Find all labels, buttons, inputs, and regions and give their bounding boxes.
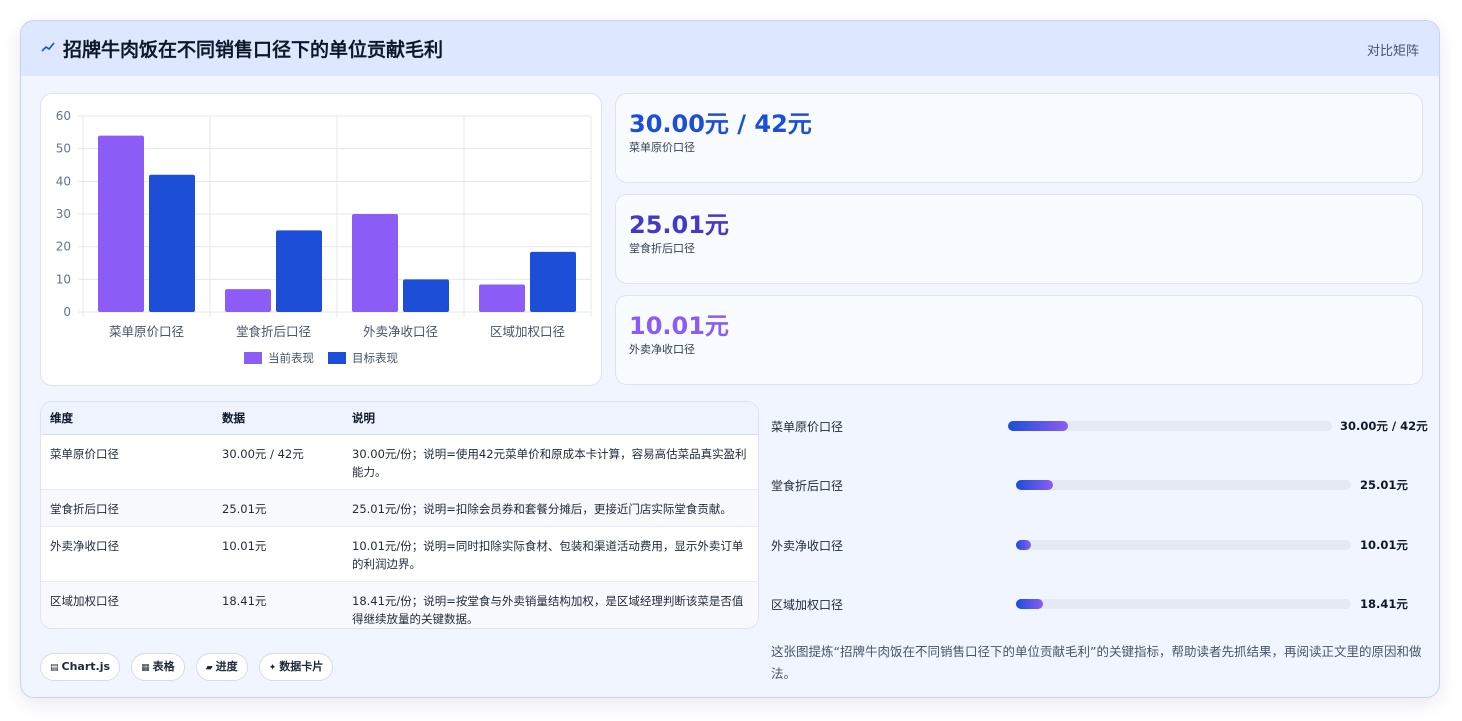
progress-fill <box>1016 540 1032 550</box>
progress-label: 区域加权口径 <box>771 598 844 612</box>
table-cell: 堂食折后口径 <box>41 489 213 527</box>
progress-track <box>1008 421 1332 431</box>
y-tick-label: 20 <box>56 240 71 254</box>
stat-label: 外卖净收口径 <box>629 343 695 356</box>
data-table-card: 维度 数据 说明 菜单原价口径 30.00元 / 42元 30.00元/份；说明… <box>40 401 759 629</box>
compare-matrix-link[interactable]: 对比矩阵 <box>1367 40 1419 59</box>
summary-text: 这张图提炼“招牌牛肉饭在不同销售口径下的单位贡献毛利”的关键指标，帮助读者先抓结… <box>771 644 1422 681</box>
y-tick-label: 30 <box>56 207 71 221</box>
badge-chartjs[interactable]: ▤ Chart.js <box>40 653 121 681</box>
progress-value: 30.00元 / 42元 <box>1340 419 1428 433</box>
progress-value: 25.01元 <box>1360 478 1408 492</box>
legend-label: 目标表现 <box>352 351 398 365</box>
progress-row-menu-price: 菜单原价口径 30.00元 / 42元 <box>771 416 1431 436</box>
table-cell: 30.00元 / 42元 <box>213 434 343 490</box>
trend-icon <box>41 42 55 52</box>
progress-track <box>1016 540 1351 550</box>
table-row: 区域加权口径 18.41元 18.41元/份；说明=按堂食与外卖销量结构加权，是… <box>41 581 758 628</box>
progress-row-dine-in: 堂食折后口径 25.01元 <box>771 475 1431 495</box>
bar <box>479 284 525 312</box>
table-header-row: 维度 数据 说明 <box>41 402 758 435</box>
table-cell: 18.41元/份；说明=按堂食与外卖销量结构加权，是区域经理判断该菜是否值得继续… <box>343 581 758 628</box>
column-header-dimension: 维度 <box>41 402 213 435</box>
y-tick-label: 40 <box>56 174 71 188</box>
bar <box>403 279 449 312</box>
progress-value: 10.01元 <box>1360 538 1408 552</box>
table-cell: 10.01元/份；说明=同时扣除实际食材、包装和渠道活动费用，显示外卖订单的利润… <box>343 526 758 582</box>
progress-label: 外卖净收口径 <box>771 539 844 553</box>
table-icon: ▦ <box>141 663 150 673</box>
table-cell: 25.01元/份；说明=扣除会员券和套餐分摊后，更接近门店实际堂食贡献。 <box>343 489 758 527</box>
column-header-data: 数据 <box>213 402 343 435</box>
progress-value: 18.41元 <box>1360 597 1408 611</box>
x-tick-label: 区域加权口径 <box>490 324 565 339</box>
chart-icon: ▤ <box>50 663 59 673</box>
x-tick-label: 菜单原价口径 <box>109 324 184 339</box>
table-cell: 25.01元 <box>213 489 343 527</box>
stat-label: 菜单原价口径 <box>629 141 695 154</box>
table-cell: 区域加权口径 <box>41 581 213 628</box>
table-row: 菜单原价口径 30.00元 / 42元 30.00元/份；说明=使用42元菜单价… <box>41 434 758 490</box>
progress-label: 堂食折后口径 <box>771 479 844 493</box>
data-table: 维度 数据 说明 菜单原价口径 30.00元 / 42元 30.00元/份；说明… <box>41 402 758 628</box>
progress-label: 菜单原价口径 <box>771 420 844 434</box>
badge-data-cards[interactable]: ✦ 数据卡片 <box>258 653 334 681</box>
table-row: 外卖净收口径 10.01元 10.01元/份；说明=同时扣除实际食材、包装和渠道… <box>41 526 758 582</box>
bar <box>530 251 576 312</box>
sparkle-icon: ✦ <box>268 663 277 673</box>
legend-swatch <box>328 352 346 364</box>
progress-track <box>1016 480 1351 490</box>
stat-value: 30.00元 / 42元 <box>629 110 812 138</box>
legend-label: 当前表现 <box>268 351 314 365</box>
panel-header: 招牌牛肉饭在不同销售口径下的单位贡献毛利 对比矩阵 <box>21 21 1439 76</box>
bar <box>149 174 195 312</box>
stat-value: 10.01元 <box>629 312 729 340</box>
progress-fill <box>1008 421 1068 431</box>
badge-progress[interactable]: ▰ 进度 <box>195 653 248 681</box>
badge-label: 进度 <box>215 660 238 673</box>
progress-row-delivery: 外卖净收口径 10.01元 <box>771 535 1431 555</box>
badge-label: 表格 <box>152 660 175 673</box>
bar <box>352 214 398 312</box>
legend-swatch <box>244 352 262 364</box>
column-header-description: 说明 <box>343 402 758 435</box>
stat-label: 堂食折后口径 <box>629 242 695 255</box>
table-cell: 10.01元 <box>213 526 343 582</box>
progress-row-regional: 区域加权口径 18.41元 <box>771 594 1431 614</box>
stat-card-dine-in: 25.01元 堂食折后口径 <box>615 194 1423 284</box>
table-cell: 30.00元/份；说明=使用42元菜单价和原成本卡计算，容易高估菜品真实盈利能力… <box>343 434 758 490</box>
tech-badges: ▤ Chart.js ▦ 表格 ▰ 进度 ✦ 数据卡片 <box>40 653 339 681</box>
y-tick-label: 0 <box>63 305 71 319</box>
report-panel: 招牌牛肉饭在不同销售口径下的单位贡献毛利 对比矩阵 0 10 20 30 40 50 60 菜… <box>20 20 1440 698</box>
table-cell: 外卖净收口径 <box>41 526 213 582</box>
stat-card-delivery: 10.01元 外卖净收口径 <box>615 295 1423 385</box>
y-tick-label: 50 <box>56 142 71 156</box>
badge-label: Chart.js <box>61 660 111 673</box>
table-cell: 菜单原价口径 <box>41 434 213 490</box>
y-tick-label: 10 <box>56 272 71 286</box>
page-title: 招牌牛肉饭在不同销售口径下的单位贡献毛利 <box>63 39 444 61</box>
bar <box>225 289 271 312</box>
progress-track <box>1016 599 1351 609</box>
progress-fill <box>1016 480 1053 490</box>
table-cell: 18.41元 <box>213 581 343 628</box>
progress-icon: ▰ <box>205 663 213 673</box>
bar-chart-card: 0 10 20 30 40 50 60 菜单原价口径 堂食折后口径 外卖净收口径 区域加权口径当前表… <box>40 93 602 386</box>
bar <box>276 230 322 312</box>
stat-value: 25.01元 <box>629 211 729 239</box>
bar <box>98 135 144 312</box>
x-tick-label: 外卖净收口径 <box>363 324 438 339</box>
badge-table[interactable]: ▦ 表格 <box>131 653 185 681</box>
badge-label: 数据卡片 <box>279 660 324 673</box>
stat-card-menu-price: 30.00元 / 42元 菜单原价口径 <box>615 93 1423 183</box>
x-tick-label: 堂食折后口径 <box>236 324 311 339</box>
progress-fill <box>1016 599 1043 609</box>
bar-chart: 0 10 20 30 40 50 60 菜单原价口径 堂食折后口径 外卖净收口径 区域加权口径当前表… <box>56 109 592 365</box>
table-row: 堂食折后口径 25.01元 25.01元/份；说明=扣除会员券和套餐分摊后，更接… <box>41 489 758 527</box>
y-tick-label: 60 <box>56 109 71 123</box>
